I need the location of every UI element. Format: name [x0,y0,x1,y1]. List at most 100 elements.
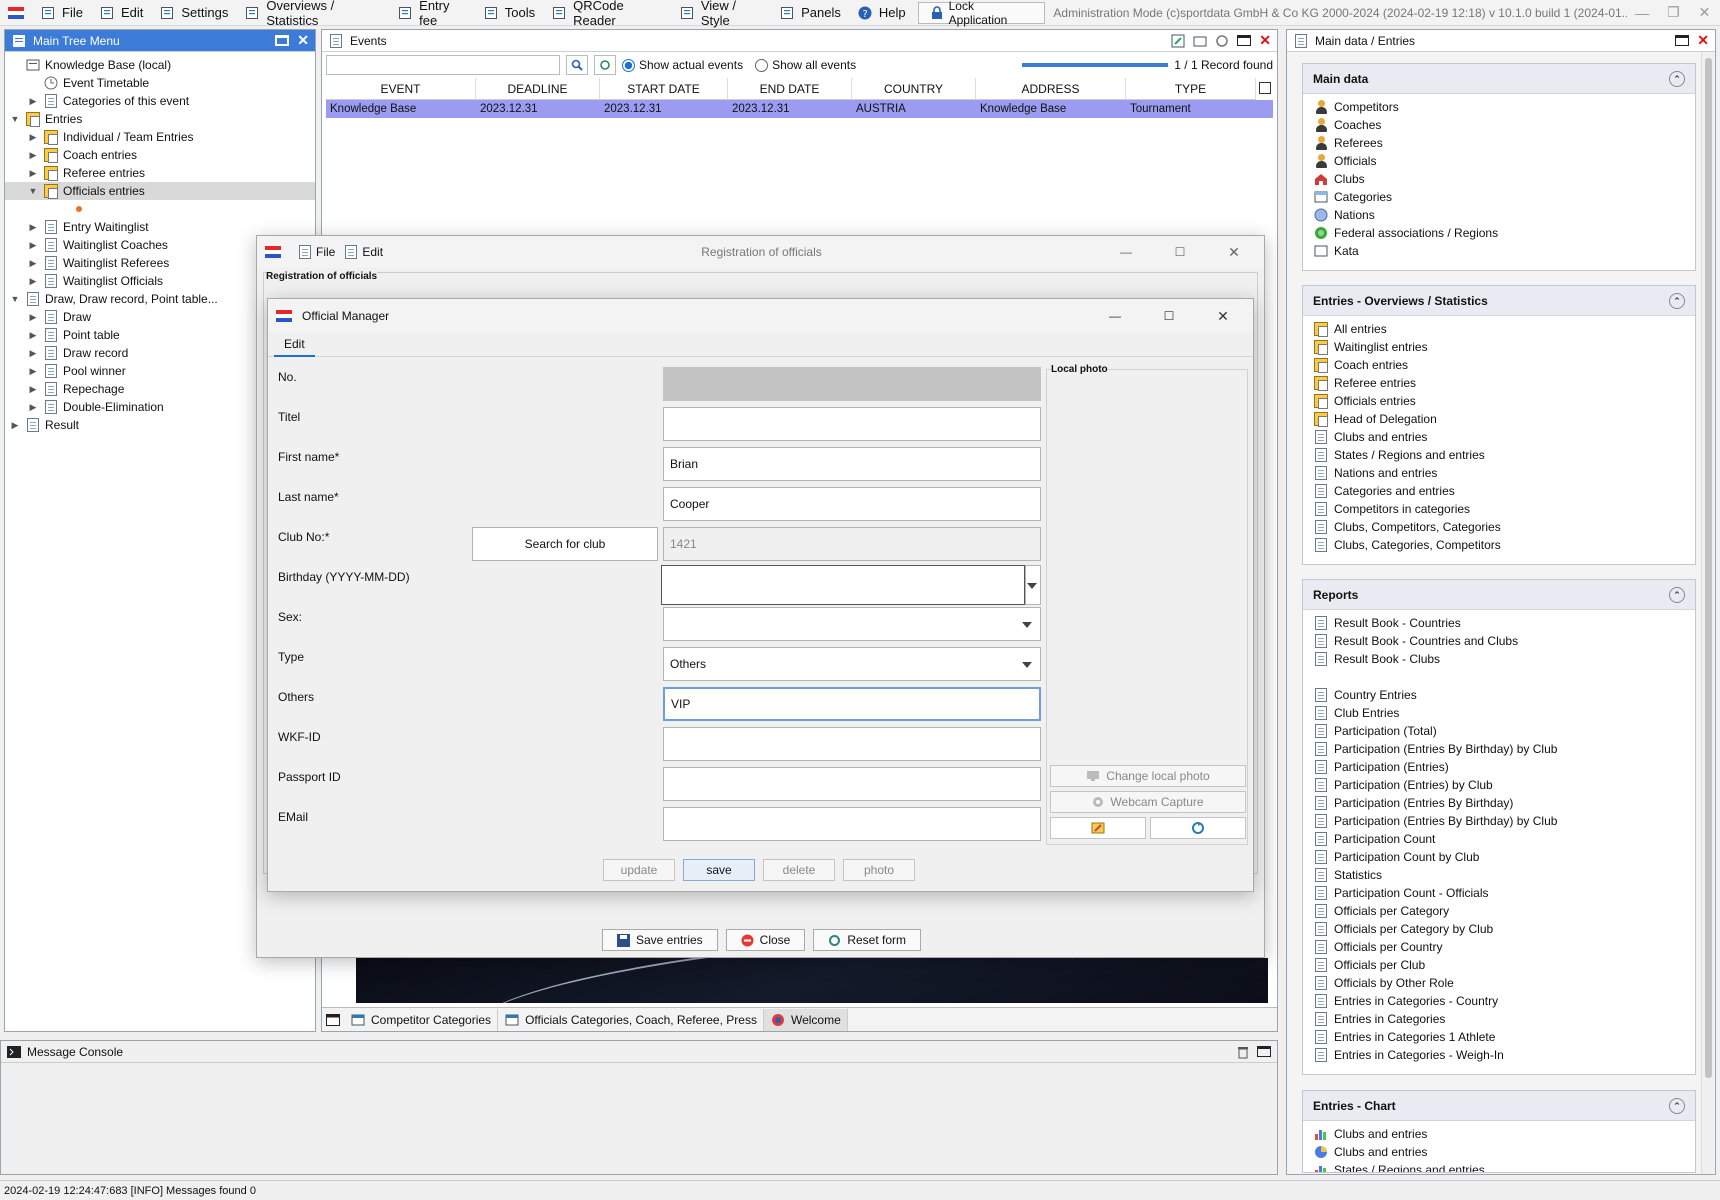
edit-icon[interactable] [1171,34,1185,48]
list-item-officials-by-other-role[interactable]: Officials by Other Role [1303,974,1695,992]
list-item-clubs-and-entries[interactable]: Clubs and entries [1303,1125,1695,1143]
birthday-field[interactable] [661,565,1025,605]
refresh-icon[interactable] [1215,34,1229,48]
table-row[interactable]: Knowledge Base 2023.12.31 2023.12.31 2023.1… [326,100,1273,118]
list-item-participation-entries-by-birthday[interactable]: Participation (Entries By Birthday) [1303,794,1695,812]
overviews-header[interactable]: Entries - Overviews / Statistics ⌃ [1303,286,1695,316]
tab-officials-categories-coach-referee-press[interactable]: Officials Categories, Coach, Referee, Pr… [498,1008,764,1031]
column-header-deadline[interactable]: DEADLINE [476,78,600,100]
menu-view-style[interactable]: View / Style [671,0,771,28]
list-item-participation-count-by-club[interactable]: Participation Count by Club [1303,848,1695,866]
tree-item-placeholder[interactable] [5,200,315,218]
list-item-participation-total[interactable]: Participation (Total) [1303,722,1695,740]
list-item-statistics[interactable]: Statistics [1303,866,1695,884]
first-name-field[interactable]: Brian [663,447,1041,481]
expand-toggle-icon[interactable]: ▶ [27,402,39,413]
list-item-participation-entries[interactable]: Participation (Entries) [1303,758,1695,776]
expand-toggle-icon[interactable]: ▶ [27,330,39,341]
column-header-country[interactable]: COUNTRY [852,78,976,100]
list-item-result-book-countries[interactable]: Result Book - Countries [1303,614,1695,632]
close-panel-icon[interactable]: ✕ [1259,32,1271,49]
list-item-entries-in-categories-1-athlete[interactable]: Entries in Categories 1 Athlete [1303,1028,1695,1046]
expand-toggle-icon[interactable]: ▶ [27,276,39,287]
tree-item-officials-entries[interactable]: ▼ Officials entries [5,182,315,200]
photo-button[interactable]: photo [843,859,915,881]
menu-entry-fee[interactable]: Entry fee [389,0,475,28]
expand-toggle-icon[interactable]: ▶ [27,312,39,323]
expand-toggle-icon[interactable]: ▶ [27,168,39,179]
maximize-icon[interactable]: ☐ [1158,245,1202,259]
expand-toggle-icon[interactable]: ▶ [27,258,39,269]
expand-toggle-icon[interactable]: ▶ [27,348,39,359]
menu-tools[interactable]: Tools [475,0,543,26]
titel-field[interactable] [663,407,1041,441]
menu-settings[interactable]: Settings [151,0,236,26]
restore-icon[interactable]: ❐ [1658,4,1689,21]
column-header-event[interactable]: EVENT [326,78,476,100]
menu-help[interactable]: ? Help [849,0,914,26]
list-item-head-of-delegation[interactable]: Head of Delegation [1303,410,1695,428]
minimize-icon[interactable]: — [1104,245,1148,259]
sex-select[interactable] [663,607,1041,641]
others-field[interactable]: VIP [663,687,1041,721]
list-item-competitors-in-categories[interactable]: Competitors in categories [1303,500,1695,518]
last-name-field[interactable]: Cooper [663,487,1041,521]
wkf-id-field[interactable] [663,727,1041,761]
email-field[interactable] [663,807,1041,841]
minimize-icon[interactable]: — [1093,309,1137,323]
expand-toggle-icon[interactable]: ▶ [27,384,39,395]
reports-header[interactable]: Reports ⌃ [1303,580,1695,610]
menu-qrcode-reader[interactable]: QRCode Reader [543,0,671,28]
change-local-photo-button[interactable]: Change local photo [1050,765,1246,787]
list-item-referee-entries[interactable]: Referee entries [1303,374,1695,392]
column-config-icon[interactable] [1259,82,1271,94]
menu-panels[interactable]: Panels [771,0,849,26]
expand-toggle-icon[interactable]: ▼ [9,294,21,304]
birthday-dropdown-button[interactable] [1025,565,1041,605]
list-item-federal-associations-regions[interactable]: Federal associations / Regions [1303,224,1695,242]
list-item-coach-entries[interactable]: Coach entries [1303,356,1695,374]
folder-icon[interactable] [1193,34,1207,48]
list-item-participation-entries-by-birthday-by-club[interactable]: Participation (Entries By Birthday) by C… [1303,812,1695,830]
reload-icon[interactable] [594,55,616,75]
maximize-icon[interactable] [1257,1046,1271,1057]
reg-file-menu[interactable]: File [299,245,335,259]
tree-item-coach-entries[interactable]: ▶ Coach entries [5,146,315,164]
menu-file[interactable]: File [32,0,91,26]
list-item-nations[interactable]: Nations [1303,206,1695,224]
expand-toggle-icon[interactable]: ▶ [27,132,39,143]
close-panel-icon[interactable]: ✕ [297,32,309,49]
tab-welcome[interactable]: Welcome [763,1008,848,1031]
list-item-clubs-categories-competitors[interactable]: Clubs, Categories, Competitors [1303,536,1695,554]
list-item-officials-per-club[interactable]: Officials per Club [1303,956,1695,974]
show-all-radio[interactable]: Show all events [755,58,856,72]
collapse-icon[interactable]: ⌃ [1669,586,1685,603]
save-button[interactable]: save [683,859,755,881]
list-item-waitinglist-entries[interactable]: Waitinglist entries [1303,338,1695,356]
expand-toggle-icon[interactable]: ▶ [9,420,21,431]
tree-item-entries[interactable]: ▼ Entries [5,110,315,128]
menu-edit[interactable]: Edit [91,0,151,26]
maximize-icon[interactable] [275,35,290,46]
list-item-result-book-clubs[interactable]: Result Book - Clubs [1303,650,1695,668]
minimize-icon[interactable]: — [1627,5,1658,21]
list-item-all-entries[interactable]: All entries [1303,320,1695,338]
edit-photo-button[interactable] [1050,817,1146,839]
maximize-icon[interactable] [1675,35,1690,46]
reg-edit-menu[interactable]: Edit [345,245,383,259]
trash-icon[interactable] [1237,1045,1249,1059]
list-item-officials-per-category[interactable]: Officials per Category [1303,902,1695,920]
list-item-clubs-competitors-categories[interactable]: Clubs, Competitors, Categories [1303,518,1695,536]
tab-edit[interactable]: Edit [274,333,315,357]
save-entries-button[interactable]: Save entries [601,929,718,951]
tree-item-knowledge-base-local[interactable]: Knowledge Base (local) [5,56,315,74]
list-item-officials[interactable]: Officials [1303,152,1695,170]
expand-toggle-icon[interactable]: ▶ [27,240,39,251]
list-item-clubs[interactable]: Clubs [1303,170,1695,188]
list-item-entries-in-categories[interactable]: Entries in Categories [1303,1010,1695,1028]
expand-toggle-icon[interactable]: ▼ [27,186,39,196]
column-header-type[interactable]: TYPE [1126,78,1256,100]
tree-item-event-timetable[interactable]: Event Timetable [5,74,315,92]
expand-toggle-icon[interactable]: ▶ [27,222,39,233]
menu-overviews-statistics[interactable]: Overviews / Statistics [236,0,389,28]
